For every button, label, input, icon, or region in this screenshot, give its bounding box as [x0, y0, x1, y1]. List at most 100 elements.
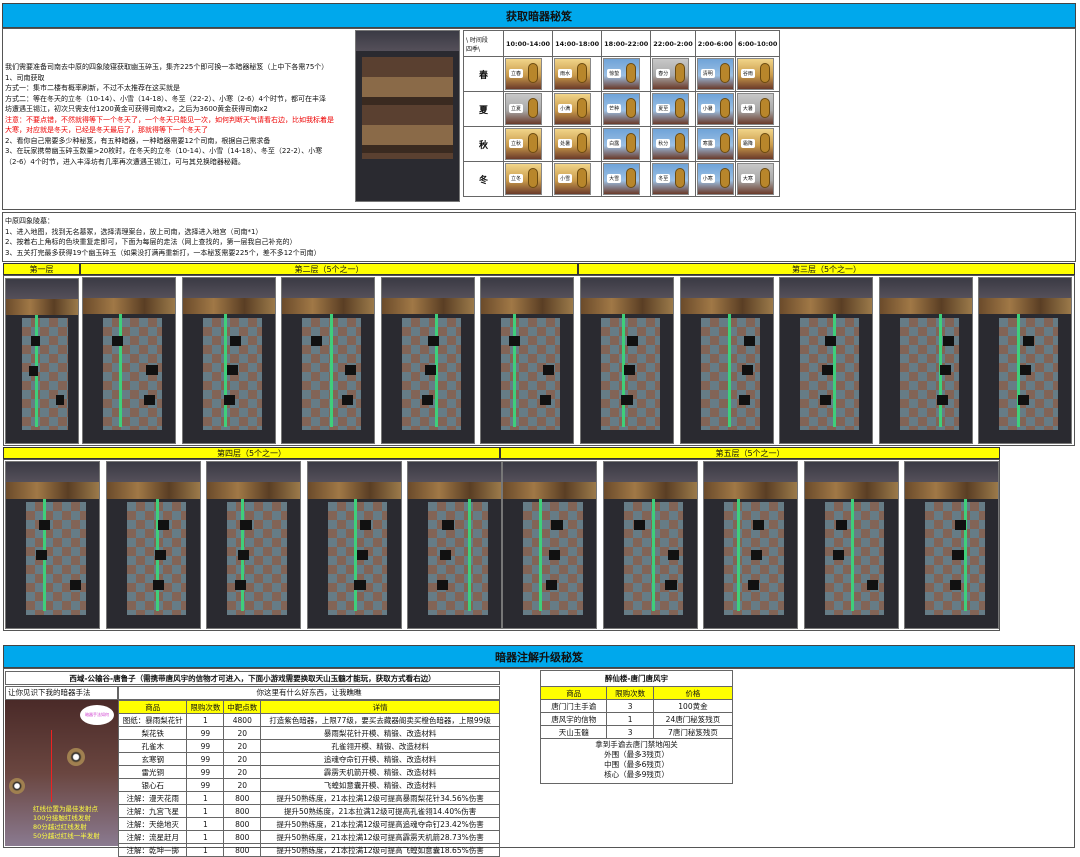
time-slot-header: 10:00-14:00	[502, 30, 554, 57]
floor-1-route-screenshot	[5, 278, 79, 444]
forbidden-area-notes: 拿到手谕去唐门禁地闯关 外围（最多3残页） 中围（最多6残页） 核心（最多9残页）	[540, 740, 733, 780]
floor-4-header: 第四层（5个之一）	[3, 447, 500, 459]
solar-term-label: 立秋	[509, 139, 524, 148]
solar-term-label: 大暑	[740, 104, 755, 113]
table-cell: 800	[223, 830, 262, 844]
lantern-icon	[528, 168, 538, 188]
lantern-icon	[759, 133, 770, 153]
solar-term-cell: 大雪	[601, 161, 652, 197]
solar-term-label: 小雪	[558, 174, 573, 183]
lantern-icon	[675, 63, 686, 83]
table-cell: 孔雀翎开模、精锻、改造材料	[260, 739, 500, 753]
solar-term-cell: 立冬	[502, 161, 554, 197]
solar-term-label: 立春	[509, 69, 524, 78]
season-row: 夏立夏 小满 芒种 夏至 小暑 大暑	[463, 91, 781, 127]
note-line: 中围（最多6残页）	[604, 760, 669, 769]
intro-line: 2、看你自己需要多少种秘笈，有五种暗器，一种暗器需要12个司南，根据自己需求备	[5, 136, 271, 145]
floor-4-route-screenshot	[206, 461, 301, 629]
table-cell: 图纸：暴雨梨花针	[117, 713, 188, 727]
season-label: 秋	[463, 126, 504, 162]
solar-term-image: 霜降	[736, 128, 774, 160]
floor-2-header: 第二层（5个之一）	[80, 263, 578, 275]
solar-term-image: 谷雨	[736, 58, 774, 90]
lantern-icon	[719, 133, 730, 153]
time-slot-header: 2:00-6:00	[694, 30, 736, 57]
season-label: 夏	[463, 91, 504, 127]
floor-4-route-screenshot	[306, 461, 402, 629]
table-cell: 注解：乾坤一掷	[117, 843, 188, 857]
table-cell: 24唐门秘笈残页	[652, 712, 734, 726]
solar-term-cell: 春分	[650, 56, 696, 92]
solar-term-image: 芒种	[603, 93, 641, 125]
table-row: 注解：流星赶月 1 800 提升50熟练度，21本拉满12级可提高霹雳天机箭28.73…	[117, 830, 500, 844]
floor-2-route-screenshot	[181, 277, 276, 444]
lantern-icon	[577, 168, 588, 188]
route-path	[467, 498, 471, 612]
minigame-tips: 红线位置为最佳发射点 100分接触红线发射 80分越过红线发射 50分越过红线一半发射	[33, 805, 100, 841]
solar-term-cell: 夏至	[650, 91, 696, 127]
table-cell: 7唐门秘笈残页	[652, 725, 734, 739]
table-cell: 玄寒钢	[117, 752, 188, 766]
table-cell: 1	[186, 817, 225, 831]
season-label: 春	[463, 56, 504, 92]
lantern-icon	[759, 98, 770, 118]
shop-dialog-option[interactable]: 你这里有什么好东西，让我瞧瞧	[118, 686, 500, 700]
solar-term-label: 小暑	[700, 104, 715, 113]
corner-header: \ 时间段 四季\	[463, 30, 504, 57]
solar-term-cell: 寒露	[694, 126, 736, 162]
lantern-icon	[675, 98, 686, 118]
speech-bubble: 暗器手法如何	[80, 705, 114, 725]
table-row: 天山玉髓 3 7唐门秘笈残页	[539, 725, 734, 739]
table-cell: 打造紫色暗器，上限77级，要买去藏器阁卖买橙色暗器，上限99级	[260, 713, 500, 727]
table-row: 玄寒钢 99 20 追魂夺命钉开模、精锻、改造材料	[117, 752, 500, 766]
table-row: 图纸：暴雨梨花针 1 4800 打造紫色暗器，上限77级，要买去藏器阁卖买橙色暗器，上…	[117, 713, 500, 727]
solar-term-image: 小暑	[696, 93, 734, 125]
table-cell: 注解：天绝地灭	[117, 817, 188, 831]
table-row: 雷光铜 99 20 霹雳天机箭开模、精锻、改造材料	[117, 765, 500, 779]
lantern-icon	[626, 133, 637, 153]
table-cell: 唐门门主手谕	[539, 699, 608, 713]
column-header: 价格	[652, 686, 734, 700]
solar-term-label: 立夏	[509, 104, 524, 113]
floor-3-header: 第三层（5个之一）	[578, 263, 1075, 275]
column-header: 限购次数	[186, 700, 225, 714]
column-header: 商品	[117, 700, 188, 714]
solar-term-label: 大雪	[607, 174, 622, 183]
table-cell: 20	[223, 765, 262, 779]
solar-term-cell: 立秋	[502, 126, 554, 162]
table-cell: 99	[186, 765, 225, 779]
solar-term-label: 霜降	[740, 139, 755, 148]
solar-term-label: 夏至	[656, 104, 671, 113]
section-title-upgrade: 暗器注解升级秘笈	[3, 645, 1075, 668]
red-line	[51, 730, 52, 802]
solar-term-image: 夏至	[652, 93, 690, 125]
solar-term-cell: 大暑	[734, 91, 781, 127]
floor-2-route-screenshot	[480, 277, 574, 444]
table-cell: 20	[223, 739, 262, 753]
lantern-icon	[528, 63, 538, 83]
floor-3-route-screenshot	[779, 277, 873, 444]
table-cell: 99	[186, 752, 225, 766]
floor-4-route-screenshot	[407, 461, 502, 629]
solar-term-cell: 冬至	[650, 161, 696, 197]
lantern-icon	[577, 133, 588, 153]
table-cell: 注解：九宫飞星	[117, 804, 188, 818]
lantern-icon	[577, 63, 588, 83]
solar-term-image: 处暑	[554, 128, 592, 160]
lantern-icon	[719, 168, 730, 188]
solar-term-image: 小满	[554, 93, 592, 125]
minigame-button[interactable]: 让你见识下我的暗器手法（2000）	[5, 686, 118, 709]
table-cell: 1	[186, 713, 225, 727]
route-path	[963, 498, 967, 612]
floor-1-header: 第一层	[3, 263, 80, 275]
lantern-icon	[675, 133, 686, 153]
season-row: 冬立冬 小雪 大雪 冬至 小寒 大寒	[463, 161, 781, 197]
season-row: 春立春 雨水 惊蛰 春分 清明 谷雨	[463, 56, 781, 92]
lantern-icon	[626, 98, 637, 118]
intro-line: 注意：不要点错，不然就得等下一个冬天了，一个冬天只能见一次，如何判断天气请看右边…	[5, 115, 334, 124]
solar-term-label: 雨水	[558, 69, 573, 78]
solar-term-image: 小雪	[554, 163, 592, 195]
intro-line: 1、司南获取	[5, 73, 45, 82]
solar-term-cell: 芒种	[601, 91, 652, 127]
solar-term-image: 小寒	[696, 163, 734, 195]
